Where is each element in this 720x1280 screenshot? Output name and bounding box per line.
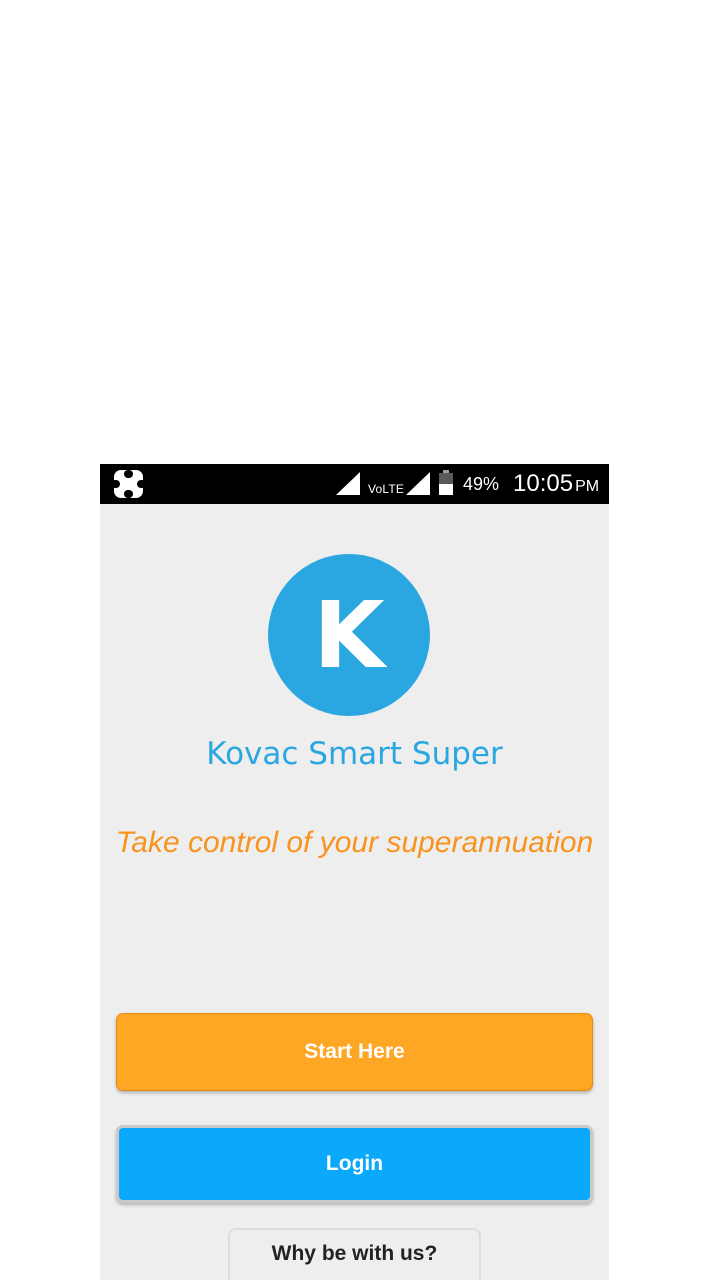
why-be-with-us-label: Why be with us?: [271, 1242, 438, 1265]
app-screen: VoLTE 49% 10:05 PM K Kovac Smart Super Ta…: [100, 464, 609, 1280]
login-label: Login: [325, 1152, 384, 1175]
battery-percent: 49%: [463, 474, 500, 494]
login-button[interactable]: Login: [116, 1125, 593, 1203]
start-here-button[interactable]: Start Here: [116, 1013, 593, 1091]
app-logo: K: [268, 554, 430, 716]
signal-icon: [406, 472, 430, 495]
network-type-label: VoLTE: [368, 482, 405, 496]
battery-icon: [439, 470, 453, 495]
clock-time: 10:05: [513, 470, 574, 497]
start-here-label: Start Here: [304, 1040, 405, 1063]
tagline: Take control of your superannuation: [115, 826, 594, 859]
app-notification-icon: [111, 470, 146, 498]
status-bar: VoLTE 49% 10:05 PM: [100, 464, 609, 504]
signal-icon: [336, 472, 360, 495]
why-be-with-us-button[interactable]: Why be with us?: [228, 1228, 481, 1280]
clock-ampm: PM: [575, 478, 600, 495]
clock: 10:05 PM: [513, 470, 599, 498]
app-name: Kovac Smart Super: [206, 736, 503, 772]
logo-letter: K: [313, 581, 385, 689]
